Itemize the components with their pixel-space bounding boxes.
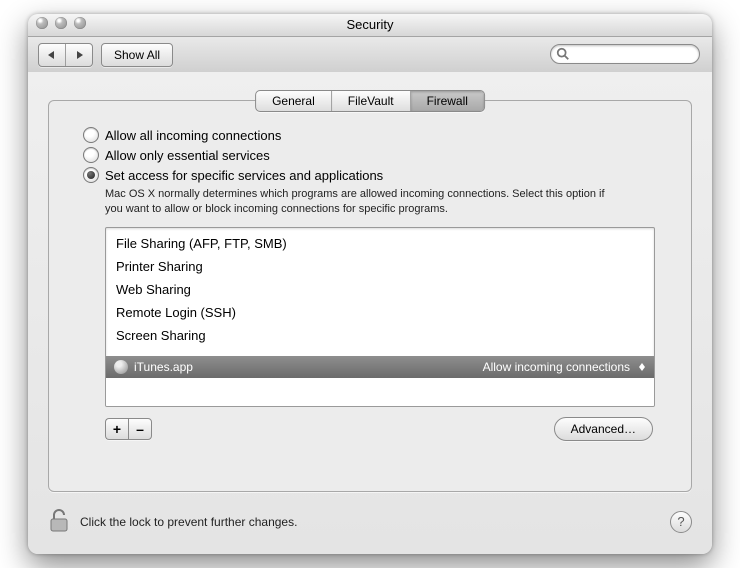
remove-button[interactable]: – xyxy=(128,418,152,440)
radio-essential[interactable]: Allow only essential services xyxy=(83,147,657,163)
tab-firewall[interactable]: Firewall xyxy=(411,91,484,111)
nav-segment xyxy=(38,43,93,67)
connection-setting-popup[interactable]: Allow incoming connections xyxy=(483,360,646,374)
radio-specific[interactable]: Set access for specific services and app… xyxy=(83,167,657,183)
search-input[interactable] xyxy=(550,44,700,64)
list-item[interactable]: Printer Sharing xyxy=(106,255,654,278)
list-item[interactable]: Web Sharing xyxy=(106,278,654,301)
minus-icon: – xyxy=(136,421,144,437)
option-description: Mac OS X normally determines which progr… xyxy=(105,187,625,217)
tab-label: General xyxy=(272,94,315,108)
search-icon xyxy=(556,47,570,61)
pane-body: General FileVault Firewall Allow all inc… xyxy=(28,72,712,554)
firewall-panel: Allow all incoming connections Allow onl… xyxy=(48,100,692,492)
radio-indicator-selected xyxy=(83,167,99,183)
show-all-button[interactable]: Show All xyxy=(101,43,173,67)
window-title: Security xyxy=(28,14,712,36)
advanced-button[interactable]: Advanced… xyxy=(554,417,653,441)
window: Security Show All General xyxy=(28,14,712,554)
titlebar: Security xyxy=(28,14,712,37)
tab-label: FileVault xyxy=(348,94,394,108)
selected-app-row[interactable]: iTunes.app Allow incoming connections xyxy=(106,356,654,378)
question-icon: ? xyxy=(677,514,684,529)
advanced-label: Advanced… xyxy=(571,422,636,436)
plus-icon: + xyxy=(113,421,121,437)
toolbar: Show All xyxy=(28,37,712,74)
tab-label: Firewall xyxy=(427,94,468,108)
radio-label: Allow only essential services xyxy=(105,148,270,163)
app-name: iTunes.app xyxy=(134,360,193,374)
minimize-window-button[interactable] xyxy=(55,17,67,29)
radio-allow-all[interactable]: Allow all incoming connections xyxy=(83,127,657,143)
add-button[interactable]: + xyxy=(105,418,128,440)
list-item[interactable]: Remote Login (SSH) xyxy=(106,301,654,324)
list-empty-area xyxy=(106,378,654,406)
zoom-window-button[interactable] xyxy=(74,17,86,29)
forward-button[interactable] xyxy=(66,44,92,66)
close-window-button[interactable] xyxy=(36,17,48,29)
radio-indicator xyxy=(83,147,99,163)
popup-value: Allow incoming connections xyxy=(483,360,630,374)
lock-icon[interactable] xyxy=(48,507,72,536)
tab-general[interactable]: General xyxy=(256,91,332,111)
tab-filevault[interactable]: FileVault xyxy=(332,91,411,111)
app-icon xyxy=(114,360,128,374)
services-list: File Sharing (AFP, FTP, SMB) Printer Sha… xyxy=(105,227,655,407)
tab-bar: General FileVault Firewall xyxy=(255,90,485,112)
list-item[interactable]: Screen Sharing xyxy=(106,324,654,347)
lock-text: Click the lock to prevent further change… xyxy=(80,515,297,529)
show-all-label: Show All xyxy=(114,48,160,62)
updown-arrows-icon xyxy=(638,363,646,371)
radio-indicator xyxy=(83,127,99,143)
services-scroll[interactable]: File Sharing (AFP, FTP, SMB) Printer Sha… xyxy=(106,228,654,356)
back-button[interactable] xyxy=(39,44,66,66)
bottom-bar: Click the lock to prevent further change… xyxy=(48,507,692,536)
list-item[interactable]: File Sharing (AFP, FTP, SMB) xyxy=(106,232,654,255)
traffic-lights xyxy=(36,17,86,29)
radio-label: Set access for specific services and app… xyxy=(105,168,383,183)
search-field-wrap xyxy=(550,44,700,64)
help-button[interactable]: ? xyxy=(670,511,692,533)
list-controls: + – Advanced… xyxy=(105,417,653,441)
radio-label: Allow all incoming connections xyxy=(105,128,281,143)
